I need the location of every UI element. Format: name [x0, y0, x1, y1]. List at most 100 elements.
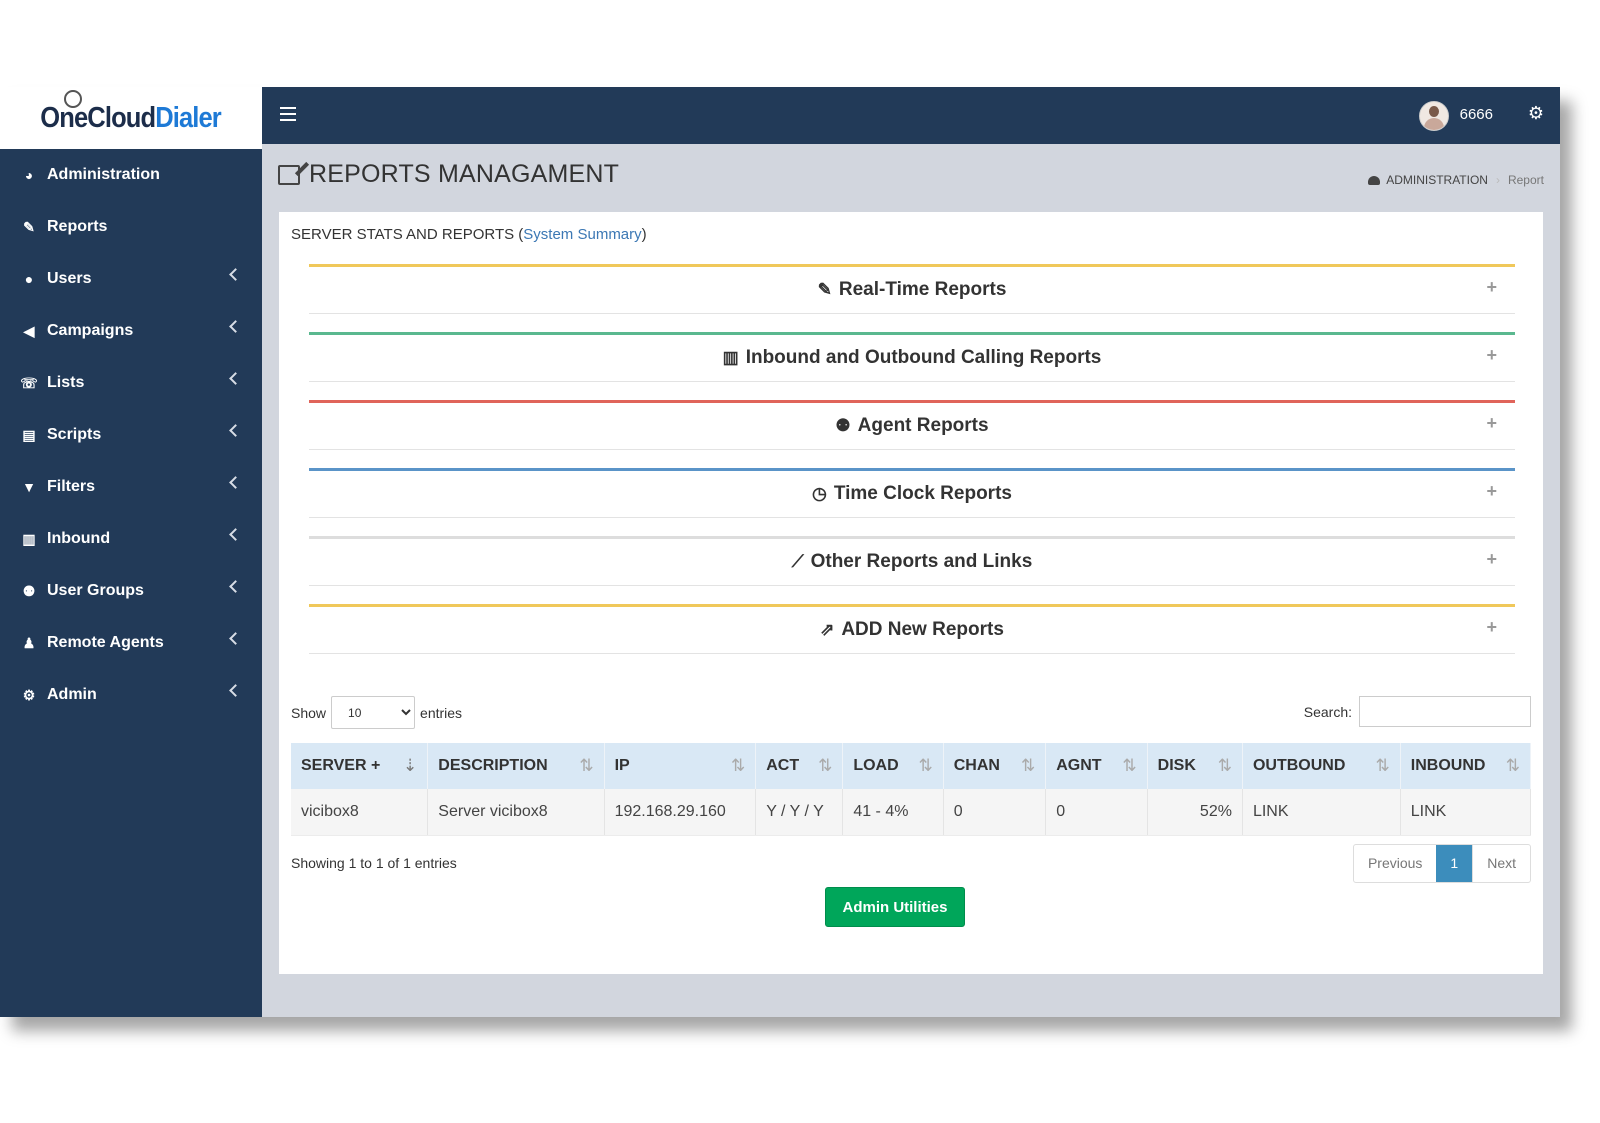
column-header-agnt[interactable]: AGNT ⇅ [1045, 743, 1148, 789]
sidebar-item-label: Lists [47, 374, 85, 391]
box-title-text: SERVER STATS AND REPORTS [291, 226, 515, 243]
sort-icon: ⇅ [1217, 756, 1232, 775]
sidebar-item-scripts[interactable]: ▤ Scripts [0, 409, 262, 461]
accordion-add-new-reports[interactable]: ⇗ ADD New Reports + [309, 604, 1515, 654]
column-header-label: ACT [766, 757, 800, 774]
sidebar-item-label: Reports [47, 218, 108, 235]
breadcrumb-administration[interactable]: ADMINISTRATION [1386, 173, 1488, 187]
column-header-act[interactable]: ACT ⇅ [755, 743, 844, 789]
box-title: SERVER STATS AND REPORTS (System Summary… [291, 226, 647, 243]
sidebar-item-users[interactable]: ● Users [0, 253, 262, 305]
column-header-label: DISK [1157, 757, 1196, 774]
sidebar-item-label: Filters [47, 478, 96, 495]
column-header-ip[interactable]: IP ⇅ [604, 743, 757, 789]
dashboard-icon: ◕ [24, 167, 34, 183]
next-button[interactable]: Next [1472, 845, 1530, 882]
sidebar-item-reports[interactable]: ✎ Reports [0, 201, 262, 253]
edit-icon [278, 164, 300, 185]
users-icon: ⚉ [22, 582, 36, 599]
accordion-agent-reports[interactable]: ⚉ Agent Reports + [309, 400, 1515, 450]
gear-icon: ⚙ [22, 686, 36, 703]
accordion-title: ADD New Reports [841, 619, 1004, 640]
logo-text-dialer: Dialer [155, 101, 223, 134]
accordion-title: Agent Reports [857, 415, 989, 436]
column-header-description[interactable]: DESCRIPTION ⇅ [427, 743, 605, 789]
accordion-inbound-and-outbound-calling-reports[interactable]: ▥ Inbound and Outbound Calling Reports + [309, 332, 1515, 382]
column-header-label: IP [614, 757, 630, 774]
column-header-inbound[interactable]: INBOUND ⇅ [1400, 743, 1532, 789]
sidebar-item-inbound[interactable]: ▥ Inbound [0, 513, 262, 565]
sidebar-item-user-groups[interactable]: ⚉ User Groups [0, 565, 262, 617]
sidebar-item-filters[interactable]: ▼ Filters [0, 461, 262, 513]
table-cell: 0 [1045, 789, 1148, 836]
bar-chart-icon: ▥ [722, 348, 739, 367]
column-header-disk[interactable]: DISK ⇅ [1147, 743, 1243, 789]
servers-table: SERVER + ⇣ DESCRIPTION ⇅ IP ⇅ ACT ⇅ LOAD ⇅ CHAN ⇅ AG… [291, 743, 1532, 836]
sidebar-item-lists[interactable]: ☏ Lists [0, 357, 262, 409]
bar-chart-icon: ▥ [22, 530, 36, 547]
plus-icon[interactable]: + [1486, 277, 1497, 298]
logo[interactable]: OneCloudDialer [0, 87, 262, 149]
sort-icon: ⇅ [579, 756, 594, 775]
plus-icon[interactable]: + [1486, 617, 1497, 638]
chevron-left-icon [229, 632, 242, 645]
column-header-label: LOAD [853, 757, 899, 774]
plus-icon[interactable]: + [1486, 413, 1497, 434]
table-cell[interactable]: LINK [1400, 789, 1532, 836]
previous-button[interactable]: Previous [1354, 845, 1436, 882]
gears-icon[interactable]: ⚙ [1528, 103, 1544, 124]
sidebar-item-label: Remote Agents [47, 634, 164, 651]
clock-icon: ◷ [812, 484, 827, 503]
phone-icon: ☏ [20, 374, 38, 391]
chevron-left-icon [229, 580, 242, 593]
column-header-load[interactable]: LOAD ⇅ [842, 743, 944, 789]
accordion-time-clock-reports[interactable]: ◷ Time Clock Reports + [309, 468, 1515, 518]
entries-label: entries [420, 704, 463, 721]
table-cell: Y / Y / Y [755, 789, 844, 836]
filter-icon: ▼ [22, 479, 36, 495]
column-header-server[interactable]: SERVER + ⇣ [291, 743, 429, 789]
plus-icon[interactable]: + [1486, 549, 1497, 570]
plus-icon[interactable]: + [1486, 345, 1497, 366]
table-cell: 192.168.29.160 [604, 789, 757, 836]
chevron-left-icon [229, 528, 242, 541]
table-cell: 41 - 4% [842, 789, 944, 836]
plus-icon[interactable]: + [1486, 481, 1497, 502]
user-avatar[interactable] [1419, 101, 1449, 131]
accordion-other-reports-and-links[interactable]: ⟋ Other Reports and Links + [309, 536, 1515, 586]
logo-text-one: One [40, 101, 89, 134]
column-header-label: SERVER + [301, 757, 381, 774]
sort-desc-icon: ⇣ [403, 756, 418, 775]
sidebar-item-administration[interactable]: ◕ Administration [0, 149, 262, 201]
dashboard-icon [1368, 175, 1381, 185]
admin-utilities-button[interactable]: Admin Utilities [825, 887, 965, 927]
column-header-outbound[interactable]: OUTBOUND ⇅ [1242, 743, 1401, 789]
bullhorn-icon: ◀ [23, 322, 35, 339]
system-summary-link[interactable]: System Summary [523, 226, 641, 243]
sort-icon: ⇅ [1505, 756, 1520, 775]
sidebar-item-label: Campaigns [47, 322, 134, 339]
table-cell: 0 [943, 789, 1047, 836]
accordion-title: Time Clock Reports [833, 483, 1012, 504]
sidebar-item-admin[interactable]: ⚙ Admin [0, 669, 262, 721]
column-header-chan[interactable]: CHAN ⇅ [943, 743, 1047, 789]
file-text-icon: ▤ [22, 426, 36, 443]
sidebar-item-campaigns[interactable]: ◀ Campaigns [0, 305, 262, 357]
accordion-title: Other Reports and Links [810, 551, 1033, 572]
external-link-icon: ⇗ [820, 620, 835, 639]
search-input[interactable] [1359, 696, 1531, 727]
breadcrumb: ADMINISTRATION › Report [1368, 173, 1544, 187]
page-length-select[interactable]: 10 [331, 696, 416, 729]
agent-icon: ♟ [22, 634, 36, 651]
table-cell[interactable]: LINK [1242, 789, 1401, 836]
username[interactable]: 6666 [1460, 106, 1493, 123]
page-1-button[interactable]: 1 [1436, 845, 1473, 882]
accordion-real-time-reports[interactable]: ✎ Real-Time Reports + [309, 264, 1515, 314]
menu-toggle-icon[interactable] [280, 107, 296, 121]
sort-icon: ⇅ [1020, 756, 1036, 775]
chevron-left-icon [229, 684, 242, 697]
sidebar-item-remote-agents[interactable]: ♟ Remote Agents [0, 617, 262, 669]
edit-icon: ✎ [23, 218, 35, 235]
line-chart-icon: ⟋ [791, 552, 804, 571]
page-header: REPORTS MANAGAMENT [278, 160, 619, 189]
